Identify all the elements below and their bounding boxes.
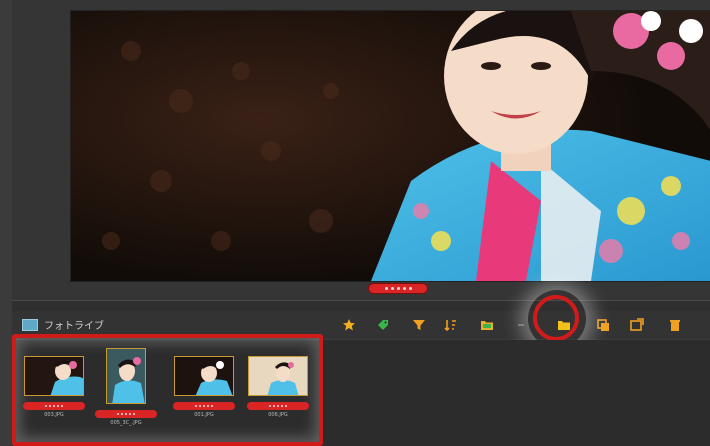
rating-star — [117, 413, 119, 415]
preview-image[interactable] — [70, 10, 710, 282]
rating-star — [207, 405, 209, 407]
filter-icon[interactable] — [412, 318, 426, 332]
collection-label: フォトライブ — [44, 321, 104, 332]
rating-star — [45, 405, 47, 407]
rating-star — [269, 405, 271, 407]
rating-star — [281, 405, 283, 407]
thumbnail-image — [24, 356, 84, 396]
rating-star — [61, 405, 63, 407]
preview-pane — [12, 0, 710, 300]
rating-star — [133, 413, 135, 415]
collection-add-icon[interactable] — [557, 318, 571, 332]
folder-icon[interactable] — [480, 318, 494, 332]
rating-star — [390, 287, 394, 290]
rating-star — [384, 287, 388, 290]
thumbnail-image — [174, 356, 234, 396]
trash-icon[interactable] — [668, 318, 682, 332]
preview-rating[interactable] — [368, 283, 428, 294]
rating-star — [199, 405, 201, 407]
rating-star — [53, 405, 55, 407]
rating-star — [402, 287, 406, 290]
rating-star — [121, 413, 123, 415]
tag-icon[interactable] — [376, 318, 390, 332]
rating-star — [277, 405, 279, 407]
collection-tab[interactable]: フォトライブ — [22, 317, 104, 332]
thumbnail-item[interactable]: 001.JPG — [172, 356, 236, 418]
thumbnail-rating[interactable] — [173, 402, 235, 410]
app-window: フォトライブ 003.JPG 005_3C_.JPG 001.JPG 006.J… — [0, 0, 710, 446]
thumbnail-filename: 001.JPG — [194, 412, 214, 418]
thumbnail-filename: 005_3C_.JPG — [110, 420, 142, 426]
rating-star — [408, 287, 412, 290]
export-icon[interactable] — [630, 318, 644, 332]
rating-star — [57, 405, 59, 407]
thumbnail-filename: 003.JPG — [44, 412, 64, 418]
rating-star — [396, 287, 400, 290]
star-icon[interactable] — [342, 318, 356, 332]
thumbnail-rating[interactable] — [247, 402, 309, 410]
rating-star — [285, 405, 287, 407]
thumbnail-rating[interactable] — [95, 410, 157, 418]
rating-star — [203, 405, 205, 407]
sort-icon[interactable] — [444, 318, 458, 332]
collection-icon — [22, 318, 38, 331]
thumbnail-rating[interactable] — [23, 402, 85, 410]
thumbnail-item[interactable]: 003.JPG — [22, 356, 86, 418]
rating-star — [273, 405, 275, 407]
separator-icon — [514, 318, 528, 332]
thumbnail-item[interactable]: 005_3C_.JPG — [94, 348, 158, 426]
thumbnail-image — [248, 356, 308, 396]
rating-star — [129, 413, 131, 415]
thumbnail-highlight-annotation: 003.JPG 005_3C_.JPG 001.JPG 006.JPG — [12, 334, 323, 446]
rating-star — [211, 405, 213, 407]
rating-star — [125, 413, 127, 415]
rating-star — [49, 405, 51, 407]
thumbnail-filename: 006.JPG — [268, 412, 288, 418]
copy-icon[interactable] — [596, 318, 610, 332]
thumbnail-item[interactable]: 006.JPG — [246, 356, 310, 418]
rating-star — [195, 405, 197, 407]
thumbnail-image — [106, 348, 146, 404]
